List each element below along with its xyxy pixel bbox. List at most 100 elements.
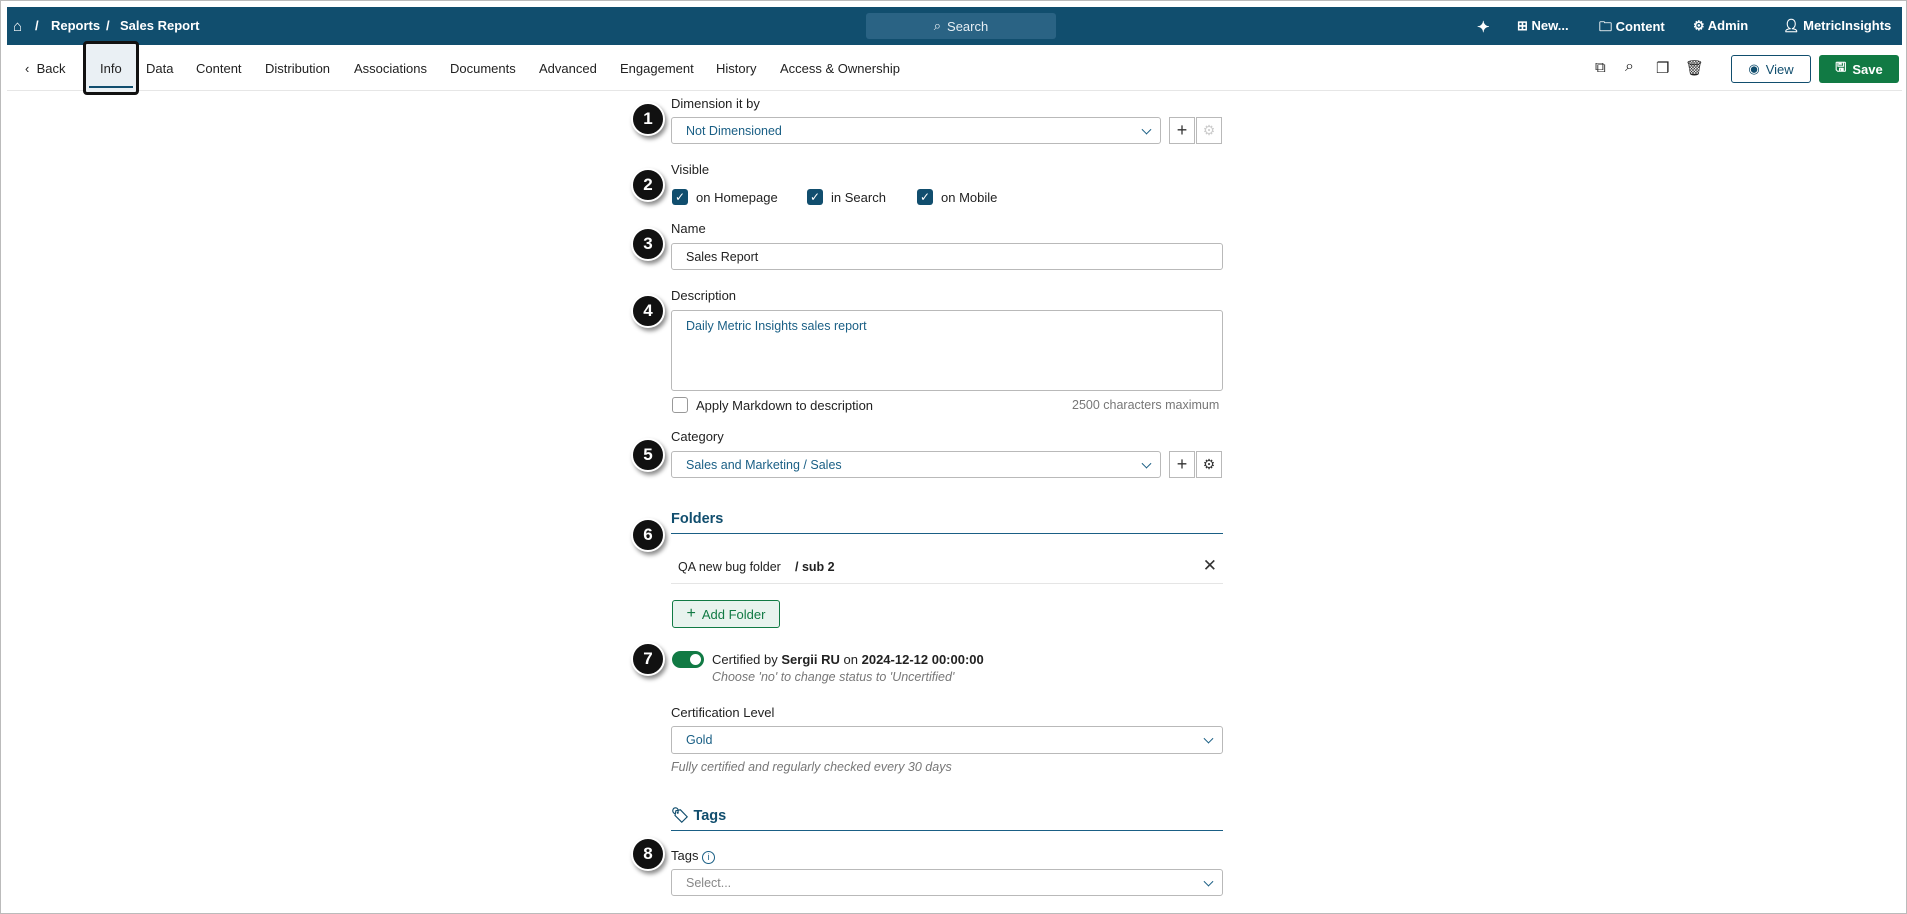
tab-associations[interactable]: Associations: [354, 61, 427, 76]
mobile-checkbox-label: on Mobile: [941, 190, 998, 205]
add-dimension-button[interactable]: +: [1169, 117, 1195, 144]
tag-icon: 🏷︎: [671, 808, 694, 824]
dimension-value: Not Dimensioned: [686, 123, 782, 138]
info-icon[interactable]: i: [702, 851, 716, 864]
back-button[interactable]: ‹ Back: [25, 61, 65, 76]
top-navigation-bar: ⌂ / Reports / Sales Report ⌕ Search ✦ ⊞ N…: [7, 7, 1902, 45]
trash-icon[interactable]: 🗑︎: [1685, 59, 1704, 77]
step-badge: 8: [631, 837, 665, 871]
cert-hint: Choose 'no' to change status to 'Uncerti…: [712, 670, 955, 684]
search-checkbox[interactable]: ✓: [807, 189, 823, 205]
category-label: Category: [671, 429, 724, 444]
certified-toggle[interactable]: [672, 651, 704, 668]
step-badge: 5: [631, 438, 665, 472]
search-icon: ⌕: [933, 18, 942, 33]
dimension-label: Dimension it by: [671, 96, 760, 111]
markdown-checkbox-label: Apply Markdown to description: [696, 398, 874, 413]
homepage-checkbox-label: on Homepage: [696, 190, 778, 205]
chevron-down-icon: [1203, 876, 1214, 887]
save-icon: 🖫: [1835, 59, 1847, 74]
category-value: Sales and Marketing / Sales: [686, 457, 842, 472]
dimension-select[interactable]: Not Dimensioned: [671, 117, 1161, 144]
plus-icon: +: [686, 605, 696, 622]
tab-data[interactable]: Data: [146, 61, 173, 76]
breadcrumb-reports[interactable]: Reports: [51, 18, 100, 33]
homepage-checkbox[interactable]: ✓: [672, 189, 688, 205]
tab-content[interactable]: Content: [196, 61, 242, 76]
search-icon[interactable]: ⌕: [1625, 58, 1634, 76]
add-folder-label: Add Folder: [701, 606, 766, 622]
cert-level-help: Fully certified and regularly checked ev…: [671, 760, 952, 774]
cert-on: on: [843, 652, 858, 667]
ai-assistant-icon[interactable]: ✦: [1477, 18, 1490, 36]
remove-folder-icon[interactable]: ✕: [1203, 556, 1217, 576]
char-limit-text: 2500 characters maximum: [1072, 398, 1220, 412]
chevron-down-icon: [1141, 458, 1152, 469]
chevron-down-icon: [1141, 124, 1152, 135]
new-label: New...: [1531, 18, 1569, 33]
folder-name: QA new bug folder: [678, 560, 781, 574]
home-icon[interactable]: ⌂: [13, 18, 22, 35]
user-menu[interactable]: 👤︎ MetricInsights: [1783, 18, 1891, 34]
cert-prefix: Certified by: [712, 652, 778, 667]
save-label: Save: [1852, 61, 1883, 77]
tab-access-ownership[interactable]: Access & Ownership: [780, 61, 900, 76]
cert-level-value: Gold: [686, 733, 713, 747]
tab-advanced[interactable]: Advanced: [539, 61, 597, 76]
cert-date: 2024-12-12 00:00:00: [861, 652, 984, 667]
step-badge: 4: [631, 294, 665, 328]
category-select[interactable]: Sales and Marketing / Sales: [671, 451, 1161, 478]
search-label: Search: [947, 18, 989, 34]
search-checkbox-label: in Search: [831, 190, 886, 205]
copy-icon[interactable]: ❐: [1656, 59, 1669, 77]
search-button[interactable]: ⌕ Search: [866, 13, 1056, 39]
content-label: Content: [1615, 19, 1665, 34]
gear-icon: ⚙: [1196, 117, 1222, 144]
tags-heading-text: Tags: [693, 808, 727, 824]
name-label: Name: [671, 221, 706, 236]
breadcrumb-separator: /: [35, 18, 39, 33]
step-badge: 1: [631, 102, 665, 136]
cert-user: Sergii RU: [781, 652, 840, 667]
name-input[interactable]: Sales Report: [671, 243, 1223, 270]
eye-icon: ◉: [1748, 61, 1760, 76]
admin-label: Admin: [1707, 18, 1749, 33]
tags-label: Tags i: [671, 848, 716, 864]
user-label: MetricInsights: [1803, 18, 1892, 33]
hierarchy-icon[interactable]: ⧉: [1595, 59, 1606, 76]
tab-distribution[interactable]: Distribution: [265, 61, 330, 76]
cert-level-select[interactable]: Gold: [671, 726, 1223, 754]
gear-icon: ⚙: [1202, 456, 1216, 472]
save-button[interactable]: 🖫 Save: [1819, 55, 1899, 83]
folders-heading: Folders: [671, 511, 1223, 534]
tab-engagement[interactable]: Engagement: [620, 61, 694, 76]
category-settings-button[interactable]: ⚙: [1196, 451, 1222, 478]
tags-placeholder: Select...: [686, 875, 732, 890]
tab-history[interactable]: History: [716, 61, 756, 76]
markdown-checkbox[interactable]: [672, 397, 688, 413]
cert-level-label: Certification Level: [671, 705, 775, 720]
breadcrumb-current: Sales Report: [120, 18, 200, 33]
tags-heading: 🏷︎ Tags: [671, 807, 1223, 831]
plus-square-icon: ⊞: [1517, 18, 1532, 33]
tab-info[interactable]: Info: [100, 61, 122, 76]
visible-label: Visible: [671, 162, 710, 177]
add-folder-button[interactable]: + Add Folder: [672, 600, 780, 628]
breadcrumb-separator: /: [106, 18, 110, 33]
add-category-button[interactable]: +: [1169, 451, 1195, 478]
view-label: View: [1765, 61, 1794, 77]
admin-button[interactable]: ⚙ Admin: [1693, 18, 1748, 34]
folder-icon: 🗀: [1599, 19, 1616, 34]
user-icon: 👤︎: [1783, 18, 1804, 33]
content-button[interactable]: 🗀 Content: [1599, 18, 1665, 40]
step-badge: 2: [631, 168, 665, 202]
tab-documents[interactable]: Documents: [450, 61, 516, 76]
description-textarea[interactable]: Daily Metric Insights sales report: [671, 310, 1223, 391]
chevron-down-icon: [1203, 733, 1214, 744]
new-button[interactable]: ⊞ New...: [1517, 18, 1569, 34]
step-badge: 3: [631, 227, 665, 261]
mobile-checkbox[interactable]: ✓: [917, 189, 933, 205]
view-button[interactable]: ◉ View: [1731, 55, 1811, 83]
tags-select[interactable]: Select...: [671, 869, 1223, 896]
description-label: Description: [671, 288, 737, 303]
